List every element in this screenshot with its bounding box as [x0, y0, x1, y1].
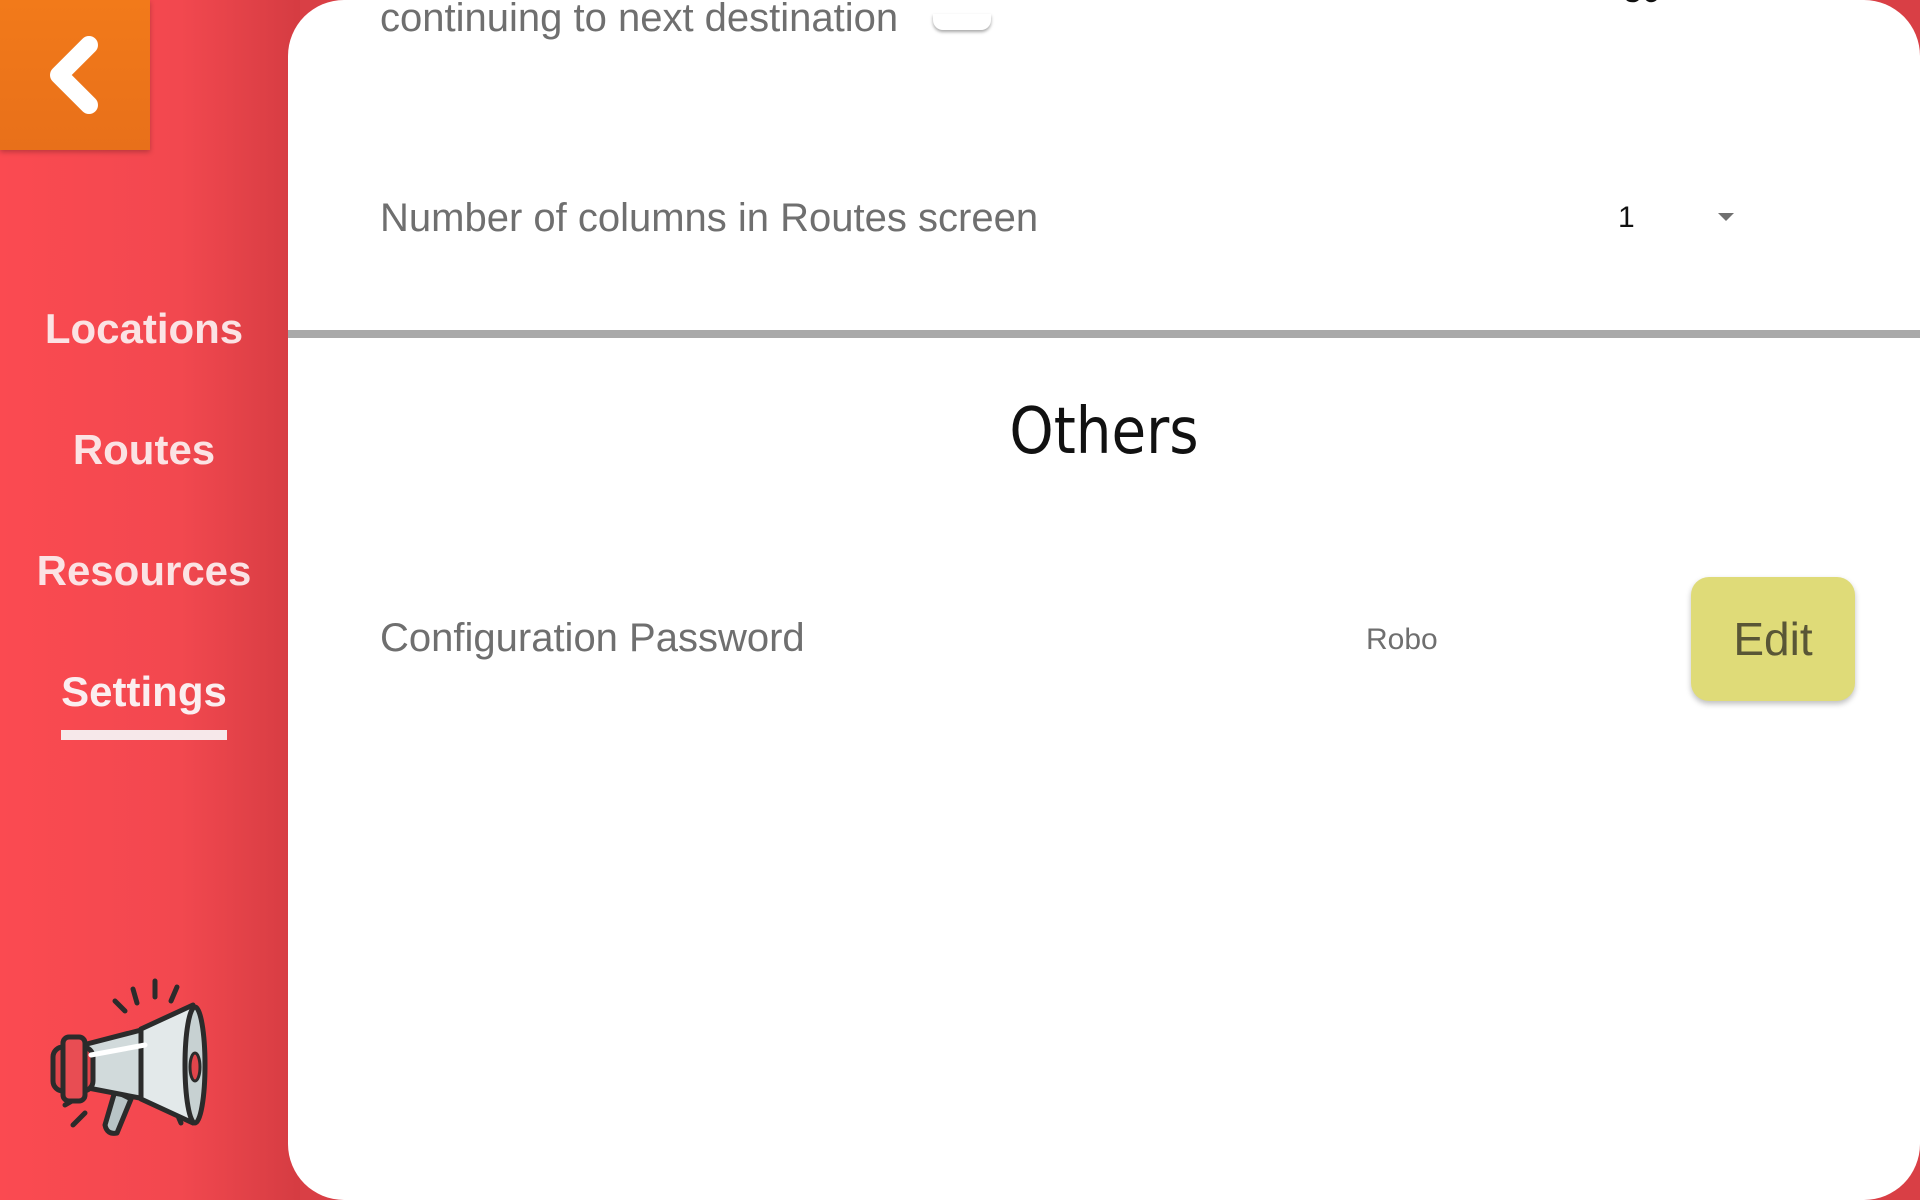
columns-select[interactable]: 1	[1618, 195, 1768, 245]
toggle-switch[interactable]	[933, 14, 991, 30]
section-title-others: Others	[1009, 395, 1199, 469]
sidebar-item-label: Settings	[61, 668, 227, 740]
back-button[interactable]	[0, 0, 150, 150]
section-divider	[288, 330, 1920, 338]
sidebar-item-label: Resources	[36, 547, 252, 594]
settings-panel: continuing to next destination 30 Number…	[288, 0, 1920, 1200]
setting-value-partial: 30	[1623, 0, 1661, 11]
sidebar: Locations Routes Resources Settings	[0, 0, 300, 1200]
megaphone-icon	[50, 978, 208, 1136]
dropdown-arrow-icon	[1718, 213, 1734, 221]
sidebar-item-label: Locations	[44, 305, 244, 352]
edit-password-button[interactable]: Edit	[1691, 577, 1855, 701]
sidebar-item-routes[interactable]: Routes	[0, 426, 288, 488]
sidebar-item-locations[interactable]: Locations	[0, 305, 288, 367]
sidebar-item-resources[interactable]: Resources	[0, 547, 288, 609]
sidebar-item-label: Routes	[72, 426, 216, 473]
password-value: Robo	[1366, 623, 1438, 656]
setting-label-continuing: continuing to next destination	[380, 0, 899, 40]
setting-label-password: Configuration Password	[380, 616, 805, 660]
columns-select-value: 1	[1618, 201, 1635, 234]
sidebar-item-settings[interactable]: Settings	[0, 668, 288, 740]
chevron-left-icon	[50, 36, 98, 114]
setting-label-columns: Number of columns in Routes screen	[380, 196, 1039, 240]
